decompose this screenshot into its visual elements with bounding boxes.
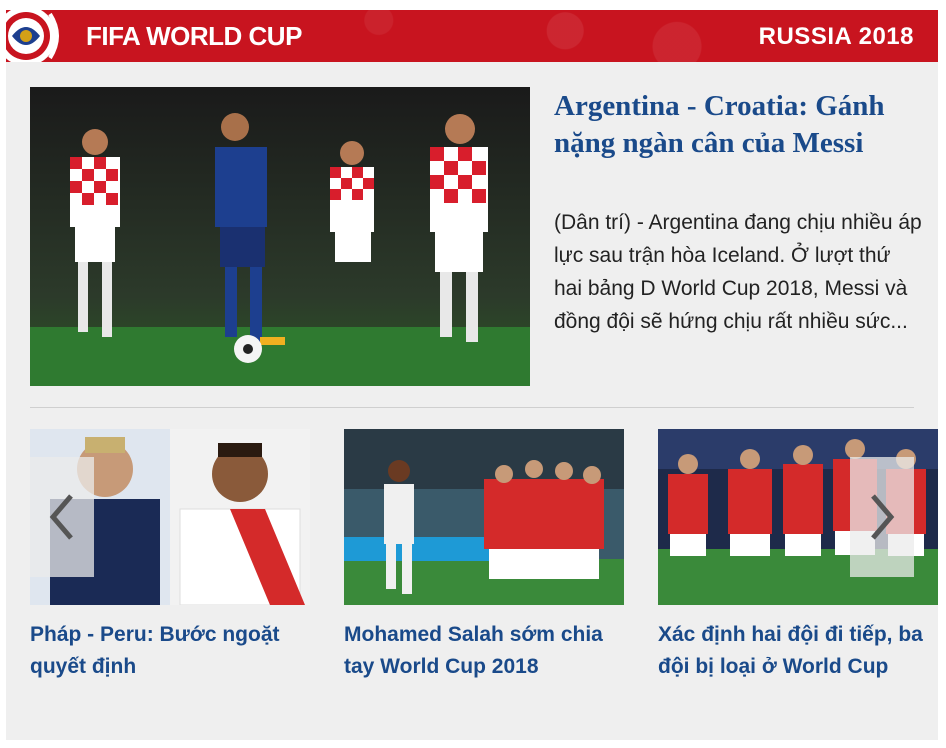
article-title[interactable]: Pháp - Peru: Bước ngoặt quyết định [30,619,310,683]
carousel-prev-button[interactable] [30,457,94,577]
salah-match-photo [344,429,624,605]
related-article-card[interactable]: Mohamed Salah sớm chia tay World Cup 201… [344,429,624,683]
hero-article-description: (Dân trí) - Argentina đang chịu nhiều áp… [554,211,922,333]
banner-brand: FIFA WORLD CUP [86,21,302,51]
chevron-left-icon [49,494,73,540]
banner-edition: RUSSIA 2018 [758,23,914,50]
carousel-next-button[interactable] [850,457,914,577]
article-title[interactable]: Mohamed Salah sớm chia tay World Cup 201… [344,619,624,683]
hero-article-image[interactable] [30,87,530,386]
article-title-text: Xác định hai đội đi tiếp, ba đội bị loại… [658,623,923,678]
divider [30,407,914,408]
chevron-right-icon [871,494,895,540]
fifa-world-cup-logo [6,10,59,62]
article-thumbnail[interactable] [344,429,624,605]
world-cup-banner: FIFA WORLD CUP RUSSIA 2018 [6,10,938,62]
news-widget: FIFA WORLD CUP RUSSIA 2018 Argentina - C… [6,10,938,740]
football-match-photo [30,87,530,386]
hero-article-title[interactable]: Argentina - Croatia: Gánh nặng ngàn cân … [554,88,914,162]
article-title[interactable]: Xác định hai đội đi tiếp, ba đội bị loại… [658,619,938,683]
